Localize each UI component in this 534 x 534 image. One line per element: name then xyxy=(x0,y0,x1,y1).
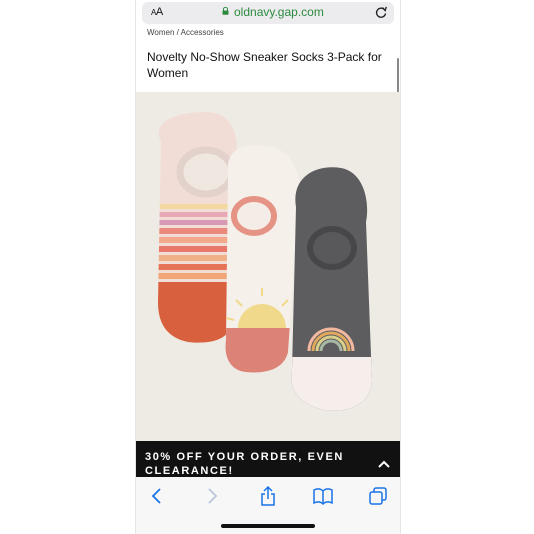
product-title: Novelty No-Show Sneaker Socks 3-Pack for… xyxy=(147,50,382,80)
chevron-up-icon[interactable] xyxy=(377,459,391,469)
tabs-icon[interactable] xyxy=(367,485,389,507)
breadcrumb[interactable]: Women / Accessories xyxy=(147,28,224,37)
lock-icon xyxy=(222,7,229,15)
address-bar[interactable]: AA oldnavy.gap.com xyxy=(142,2,394,24)
promo-banner[interactable]: 30% OFF YOUR ORDER, EVEN CLEARANCE! xyxy=(136,441,400,477)
share-icon[interactable] xyxy=(257,485,279,507)
back-icon[interactable] xyxy=(146,485,168,507)
reload-icon[interactable] xyxy=(374,5,388,19)
promo-text: 30% OFF YOUR ORDER, EVEN CLEARANCE! xyxy=(145,451,344,477)
text-size-button[interactable]: AA xyxy=(151,6,163,18)
product-photo xyxy=(158,112,372,411)
forward-icon[interactable] xyxy=(201,485,223,507)
url-text[interactable]: oldnavy.gap.com xyxy=(234,5,324,19)
product-image[interactable] xyxy=(136,92,400,442)
home-indicator[interactable] xyxy=(221,524,315,528)
browser-toolbar xyxy=(136,477,400,534)
phone-screen: AA oldnavy.gap.com Women / Accessories N… xyxy=(135,0,401,534)
text-size-label-large: A xyxy=(155,6,163,18)
bookmarks-icon[interactable] xyxy=(312,485,334,507)
